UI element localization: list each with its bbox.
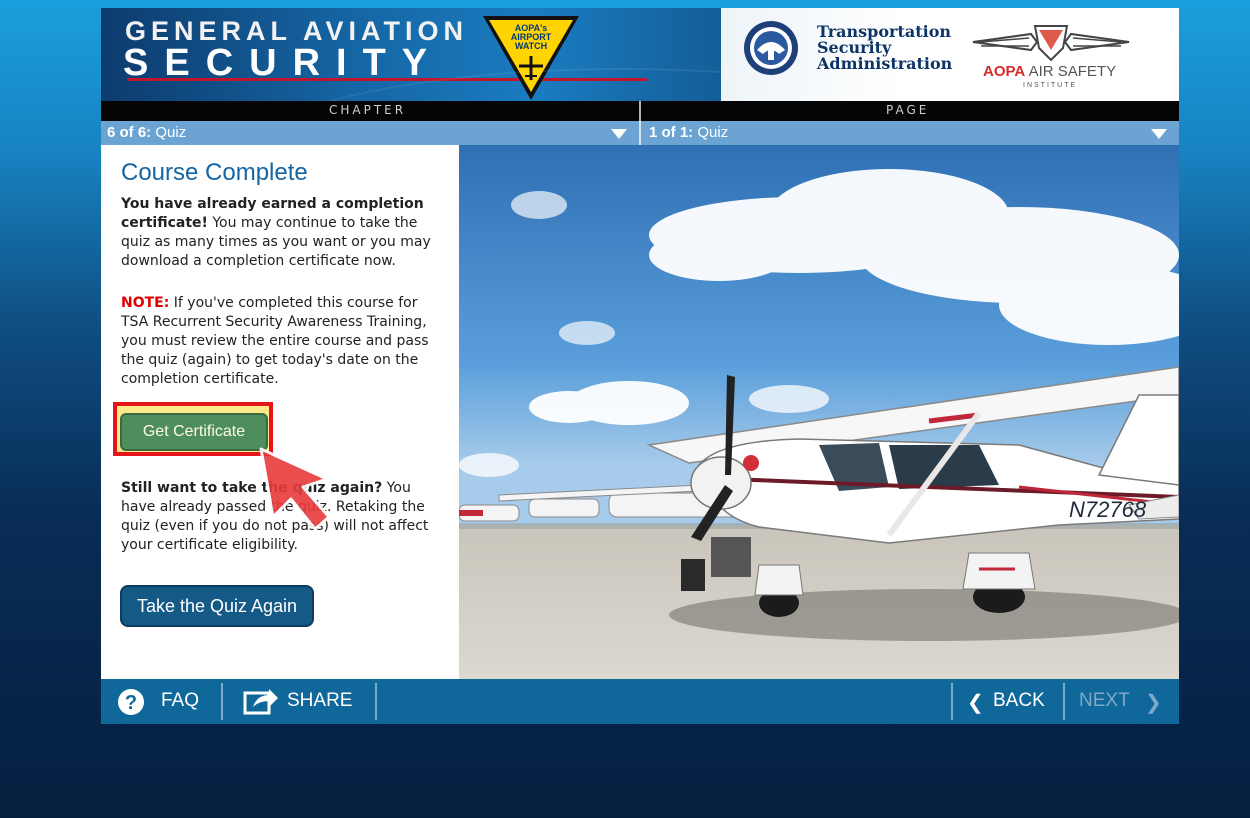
chapter-select-value: 6 of 6: Quiz [107, 124, 186, 141]
faq-label: FAQ [161, 690, 200, 711]
chevron-down-icon [611, 129, 627, 139]
tail-number: N72768 [1069, 497, 1147, 522]
chevron-right-icon: ❯ [1145, 692, 1162, 714]
aopa-subtitle: INSTITUTE [1023, 82, 1078, 89]
footer-divider [221, 683, 223, 720]
back-button[interactable]: ❮ BACK [953, 679, 1063, 724]
sponsor-panel: Transportation Security Administration A… [721, 8, 1179, 101]
footer-bar: ? FAQ SHARE ❮ BACK NEXT ❯ [101, 679, 1179, 724]
chapter-label: CHAPTER [329, 103, 407, 117]
header: GENERAL AVIATION SECURITY AOPA's AIRPORT… [101, 8, 1179, 101]
arrow-pointer-icon [259, 447, 331, 531]
badge-text: AOPA's AIRPORT WATCH [479, 24, 583, 51]
course-logo: GENERAL AVIATION SECURITY AOPA's AIRPORT… [101, 8, 721, 101]
question-icon: ? [118, 689, 144, 715]
chapter-select[interactable]: 6 of 6: Quiz [101, 121, 639, 145]
take-quiz-again-button[interactable]: Take the Quiz Again [120, 585, 314, 627]
next-button[interactable]: NEXT ❯ [1065, 679, 1179, 724]
back-label: BACK [993, 690, 1045, 711]
share-label: SHARE [287, 690, 353, 711]
share-button[interactable]: SHARE [241, 679, 375, 724]
chapter-number: 6 of 6: [107, 124, 152, 141]
badge-line3: WATCH [514, 41, 548, 51]
chapter-name: Quiz [151, 124, 187, 141]
note-paragraph: NOTE: If you've completed this course fo… [121, 294, 449, 389]
intro-paragraph: You have already earned a completion cer… [121, 195, 449, 271]
note-label: NOTE: [121, 295, 170, 311]
page-select-value: 1 of 1: Quiz [649, 124, 728, 141]
page-label: PAGE [886, 103, 930, 117]
chevron-down-icon [1151, 129, 1167, 139]
aopa-brand: AOPA [983, 63, 1026, 80]
page-name: Quiz [693, 124, 729, 141]
next-label: NEXT [1079, 690, 1130, 711]
chevron-left-icon: ❮ [967, 692, 984, 714]
course-title-line2: SECURITY [123, 42, 444, 84]
tsa-wordmark: Transportation Security Administration [817, 24, 987, 72]
svg-text:?: ? [125, 692, 137, 714]
page-number: 1 of 1: [649, 124, 694, 141]
nav-divider [639, 101, 641, 145]
aopa-wings-icon [972, 25, 1130, 62]
page-title: Course Complete [121, 159, 308, 186]
faq-button[interactable]: ? FAQ [115, 679, 221, 724]
footer-divider [375, 683, 377, 720]
aopa-name: AIR SAFETY [1025, 63, 1117, 80]
content-panel: Course Complete You have already earned … [101, 145, 459, 679]
cessna-aircraft-image: N72768 [459, 145, 1179, 679]
airplane-photo: N72768 [459, 145, 1179, 679]
tsa-line3: Administration [817, 54, 953, 73]
course-window: GENERAL AVIATION SECURITY AOPA's AIRPORT… [101, 8, 1179, 724]
get-certificate-button[interactable]: Get Certificate [120, 413, 268, 451]
retake-bold: Still want to take the quiz again? [121, 480, 383, 496]
airport-watch-badge: AOPA's AIRPORT WATCH [479, 12, 583, 101]
share-icon [243, 689, 278, 715]
page-select[interactable]: 1 of 1: Quiz [641, 121, 1179, 145]
dhs-seal-icon [744, 21, 798, 75]
aopa-wordmark: AOPA AIR SAFETY [983, 63, 1116, 80]
